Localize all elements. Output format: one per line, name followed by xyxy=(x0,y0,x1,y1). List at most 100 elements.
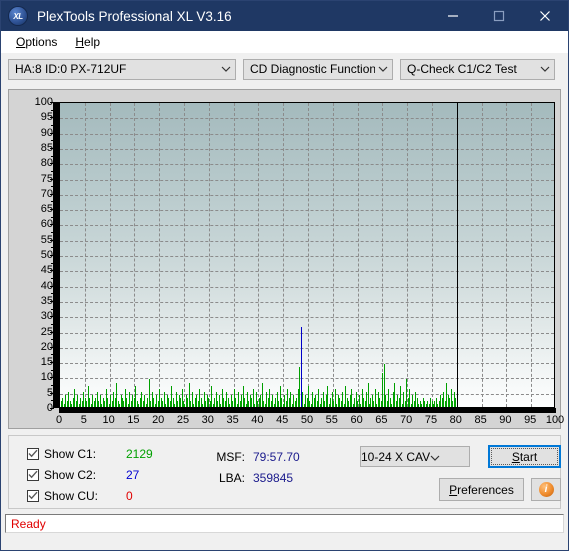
error-bar xyxy=(65,394,66,407)
show-c2-row[interactable]: Show C2: 27 xyxy=(27,465,153,484)
error-bar xyxy=(144,394,145,407)
test-select[interactable]: Q-Check C1/C2 Test xyxy=(400,58,555,80)
x-tick-label: 10 xyxy=(102,414,115,426)
error-bar xyxy=(180,397,181,407)
error-bar xyxy=(251,397,252,407)
error-bar xyxy=(333,400,334,407)
c1-count-value: 2129 xyxy=(126,446,153,461)
plot-area xyxy=(59,102,555,408)
y-tick-label: 25 xyxy=(40,325,53,338)
error-bar xyxy=(321,397,322,407)
error-bar xyxy=(126,397,127,407)
y-tick-label: 0 xyxy=(19,403,53,414)
error-bar xyxy=(385,394,386,407)
y-tick-label: 10 xyxy=(40,371,53,384)
error-bar xyxy=(74,388,75,407)
maximize-icon[interactable] xyxy=(476,1,522,31)
error-bars xyxy=(60,103,554,407)
application-window: XL PlexTools Professional XL V3.16 Optio… xyxy=(0,0,569,551)
error-bar xyxy=(211,385,212,407)
x-tick-label: 40 xyxy=(251,414,264,426)
error-bar xyxy=(452,400,453,407)
info-button[interactable]: i xyxy=(531,478,561,501)
y-tick-label: 70 xyxy=(40,187,53,200)
speed-select[interactable]: 10-24 X CAV xyxy=(360,446,470,467)
error-bar xyxy=(324,400,325,407)
error-bar xyxy=(171,385,172,407)
x-tick-label: 0 xyxy=(55,414,63,426)
y-tick-label: 45 xyxy=(40,264,53,277)
y-tick-label: 90 xyxy=(40,126,53,139)
error-bar xyxy=(241,394,242,407)
info-icon: i xyxy=(538,482,554,497)
error-bar xyxy=(272,394,273,407)
xl-logo-icon: XL xyxy=(9,7,27,25)
error-bar xyxy=(174,403,175,407)
show-cu-row[interactable]: Show CU: 0 xyxy=(27,486,153,505)
error-bar xyxy=(360,403,361,407)
close-icon[interactable] xyxy=(522,1,568,31)
error-bar xyxy=(336,403,337,407)
menu-bar: Options Help xyxy=(1,31,568,53)
window-title: PlexTools Professional XL V3.16 xyxy=(37,8,232,24)
minimize-icon[interactable] xyxy=(430,1,476,31)
error-bar xyxy=(220,403,221,407)
error-bar xyxy=(232,400,233,407)
error-bar xyxy=(269,388,270,407)
error-bar xyxy=(153,397,154,407)
y-tick-label: 5 xyxy=(19,387,53,398)
drive-select[interactable]: HA:8 ID:0 PX-712UF xyxy=(8,58,236,80)
error-bar xyxy=(437,403,438,407)
error-bar xyxy=(290,391,291,407)
error-bar xyxy=(104,400,105,407)
msf-value: 79:57.70 xyxy=(253,449,300,464)
error-bar xyxy=(409,388,410,407)
y-tick-label: 40 xyxy=(40,279,53,292)
x-tick-label: 45 xyxy=(276,414,289,426)
show-c1-row[interactable]: Show C1: 2129 xyxy=(27,444,153,463)
error-bar xyxy=(95,397,96,407)
function-select[interactable]: CD Diagnostic Functions xyxy=(243,58,393,80)
y-tick-label: 35 xyxy=(40,294,53,307)
position-readout: MSF: 79:57.70 LBA: 359845 xyxy=(209,446,300,488)
error-bar xyxy=(101,403,102,407)
error-bar xyxy=(443,391,444,407)
show-c1-checkbox[interactable] xyxy=(27,447,39,460)
error-bar xyxy=(363,397,364,407)
error-bar xyxy=(266,391,267,407)
error-bar xyxy=(208,397,209,407)
title-bar: XL PlexTools Professional XL V3.16 xyxy=(1,1,568,31)
error-bar xyxy=(168,397,169,407)
x-tick-label: 90 xyxy=(499,414,512,426)
menu-item-options[interactable]: Options xyxy=(7,33,66,51)
error-bar xyxy=(391,403,392,407)
chevron-down-icon xyxy=(430,450,440,464)
y-tick-label: 95 xyxy=(40,111,53,124)
preferences-button[interactable]: Preferences xyxy=(439,478,524,501)
control-panel: Show C1: 2129 Show C2: 27 Show CU: 0 MSF… xyxy=(8,435,561,509)
error-bar xyxy=(434,400,435,407)
error-bar xyxy=(348,400,349,407)
focus-ring xyxy=(491,448,558,465)
error-bar xyxy=(199,388,200,407)
error-bar xyxy=(296,397,297,407)
y-tick-label: 100 xyxy=(34,96,53,108)
start-button[interactable]: Start xyxy=(488,445,561,468)
menu-item-help[interactable]: Help xyxy=(66,33,109,51)
x-tick-label: 5 xyxy=(80,414,87,426)
y-tick-label: 65 xyxy=(40,203,53,216)
error-bar xyxy=(89,397,90,407)
error-bar xyxy=(77,394,78,407)
function-select-value: CD Diagnostic Functions xyxy=(250,62,375,76)
x-tick-label: 65 xyxy=(375,414,388,426)
error-bar xyxy=(229,403,230,407)
x-tick-label: 55 xyxy=(325,414,338,426)
chart-area: 0510152025303540455055606570758085909510… xyxy=(9,90,565,428)
show-cu-checkbox[interactable] xyxy=(27,489,39,502)
error-bar xyxy=(400,385,401,407)
x-tick-label: 85 xyxy=(474,414,487,426)
error-bar xyxy=(113,391,114,407)
error-bar xyxy=(379,397,380,407)
lba-row: LBA: 359845 xyxy=(209,467,300,488)
show-c2-checkbox[interactable] xyxy=(27,468,39,481)
